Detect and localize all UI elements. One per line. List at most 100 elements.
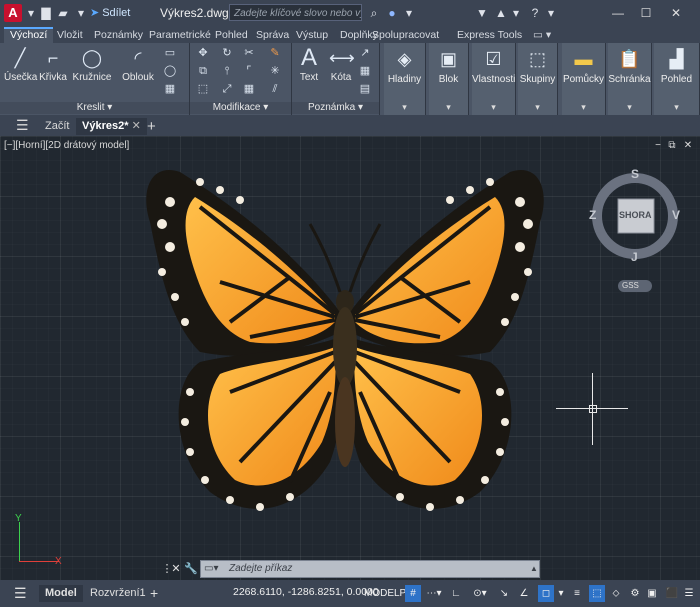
command-expand-icon[interactable]: ▲ bbox=[530, 564, 538, 573]
butterfly-drawing[interactable] bbox=[140, 162, 550, 532]
viewcube-top-face[interactable]: SHORA bbox=[619, 210, 652, 220]
cart-icon[interactable]: ▼ bbox=[474, 5, 490, 21]
ellipse-icon[interactable]: ◯ bbox=[163, 64, 177, 78]
new-file-icon[interactable]: ▇ bbox=[38, 5, 54, 21]
customize-status-bar-icon[interactable]: ☰ bbox=[681, 585, 697, 602]
object-snap-arrow-icon[interactable]: ▾ bbox=[556, 585, 566, 602]
command-input[interactable]: Zadejte příkaz bbox=[200, 560, 540, 578]
open-file-icon[interactable]: ▰ bbox=[55, 5, 71, 21]
array-icon[interactable]: ▦ bbox=[242, 82, 256, 96]
fillet-icon[interactable]: ⌜ bbox=[242, 64, 256, 78]
layers-button[interactable]: ◈ Hladiny ▾ bbox=[384, 43, 426, 115]
close-button[interactable]: ✕ bbox=[664, 3, 688, 23]
viewport-restore-icon[interactable]: ⧉ bbox=[666, 140, 678, 152]
table-icon[interactable]: ▦ bbox=[358, 64, 372, 78]
object-snap-tracking-icon[interactable]: ∠ bbox=[515, 585, 533, 602]
user-icon[interactable]: ● bbox=[384, 5, 400, 21]
snap-icon[interactable]: ⋯▾ bbox=[423, 585, 445, 602]
ribbon-minimize-icon[interactable]: ▭ ▾ bbox=[527, 27, 557, 43]
properties-button[interactable]: ☑ Vlastnosti ▾ bbox=[472, 43, 516, 115]
tab-annotate[interactable]: Poznámky bbox=[88, 27, 149, 43]
tab-insert[interactable]: Vložit bbox=[51, 27, 89, 43]
modify-panel-title[interactable]: Modifikace ▾ bbox=[190, 102, 291, 114]
tab-view[interactable]: Pohled bbox=[209, 27, 254, 43]
clean-screen-icon[interactable]: ▣ bbox=[644, 585, 660, 602]
search-icon[interactable]: ⌕ bbox=[366, 5, 382, 21]
block-button[interactable]: ▣ Blok ▾ bbox=[429, 43, 469, 115]
utilities-button[interactable]: ▬ Pomůcky ▾ bbox=[562, 43, 606, 115]
tab-collaborate[interactable]: Spolupracovat bbox=[366, 27, 445, 43]
trim-icon[interactable]: ✂ bbox=[242, 46, 256, 60]
annotation-scale-icon[interactable]: ⬦ bbox=[608, 585, 624, 602]
model-space-button[interactable]: MODELP bbox=[364, 585, 406, 602]
text-button[interactable]: A Text bbox=[294, 46, 324, 84]
workspace-icon[interactable]: ⚙ bbox=[627, 585, 643, 602]
table-grid-icon[interactable]: ▤ bbox=[358, 82, 372, 96]
viewcube-north[interactable]: S bbox=[631, 167, 639, 181]
selection-cycling-icon[interactable]: ⬚ bbox=[589, 585, 605, 602]
new-tab-icon[interactable]: + bbox=[141, 118, 162, 135]
ortho-icon[interactable]: ∟ bbox=[448, 585, 464, 602]
groups-button[interactable]: ⬚ Skupiny ▾ bbox=[518, 43, 558, 115]
lineweight-icon[interactable]: ≡ bbox=[569, 585, 585, 602]
explode-icon[interactable]: ✳ bbox=[268, 64, 282, 78]
tab-home[interactable]: Výchozí bbox=[4, 27, 54, 43]
grid-icon[interactable]: # bbox=[405, 585, 421, 602]
tab-manage[interactable]: Správa bbox=[250, 27, 295, 43]
wcs-menu[interactable]: GSS bbox=[618, 280, 652, 292]
copy-icon[interactable]: ⧉ bbox=[196, 64, 210, 78]
move-icon[interactable]: ✥ bbox=[196, 46, 210, 60]
polyline-button[interactable]: ⌐ Křivka bbox=[37, 46, 69, 83]
object-snap-icon[interactable]: ◻ bbox=[538, 585, 554, 602]
viewcube-east[interactable]: V bbox=[672, 208, 680, 222]
close-tab-icon[interactable]: ✕ bbox=[132, 120, 141, 132]
arc-button[interactable]: ◜ Oblouk bbox=[121, 46, 155, 83]
file-tab-menu-icon[interactable]: ☰ bbox=[10, 118, 35, 135]
stretch-icon[interactable]: ⬚ bbox=[196, 82, 210, 96]
annotation-panel-title[interactable]: Poznámka ▾ bbox=[292, 102, 379, 114]
layout-menu-icon[interactable]: ☰ bbox=[8, 585, 33, 602]
viewport-close-icon[interactable]: ✕ bbox=[682, 140, 694, 152]
viewcube-west[interactable]: Z bbox=[589, 208, 596, 222]
circle-button[interactable]: ◯ Kružnice bbox=[72, 46, 112, 83]
minimize-button[interactable]: — bbox=[606, 3, 630, 23]
viewport-label[interactable]: [−][Horní][2D drátový model] bbox=[4, 140, 129, 151]
new-layout-icon[interactable]: + bbox=[144, 585, 164, 602]
maximize-button[interactable]: ☐ bbox=[634, 3, 658, 23]
rotate-icon[interactable]: ↻ bbox=[220, 46, 234, 60]
help-icon[interactable]: ? bbox=[527, 5, 543, 21]
dimension-button[interactable]: ⟷ Kóta bbox=[326, 46, 356, 83]
share-button[interactable]: ➤ Sdílet bbox=[90, 6, 130, 19]
draw-panel-title[interactable]: Kreslit ▾ bbox=[0, 102, 189, 114]
tab-express-tools[interactable]: Express Tools bbox=[451, 27, 528, 43]
offset-icon[interactable]: ⫽ bbox=[268, 82, 282, 96]
polar-icon[interactable]: ⊙▾ bbox=[467, 585, 493, 602]
leader-icon[interactable]: ↗ bbox=[358, 46, 372, 60]
layout-tab[interactable]: Rozvržení1 bbox=[84, 585, 152, 602]
app-arrow-icon[interactable]: ▾ bbox=[508, 5, 524, 21]
app-menu-button[interactable]: A bbox=[4, 4, 22, 22]
command-recent-icon[interactable]: ▭▾ bbox=[204, 563, 218, 574]
command-line-customize-icon[interactable]: 🔧 bbox=[184, 562, 198, 576]
line-button[interactable]: ╱ Úsečka bbox=[4, 46, 37, 83]
user-arrow-icon[interactable]: ▾ bbox=[401, 5, 417, 21]
help-arrow-icon[interactable]: ▾ bbox=[543, 5, 559, 21]
tab-output[interactable]: Výstup bbox=[290, 27, 334, 43]
cursor-coordinates[interactable]: 2268.6110, -1286.8251, 0.0000 bbox=[233, 586, 379, 598]
autodesk-app-icon[interactable]: ▲ bbox=[493, 5, 509, 21]
hatch-icon[interactable]: ▦ bbox=[163, 82, 177, 96]
rectangle-icon[interactable]: ▭ bbox=[163, 46, 177, 60]
view-button[interactable]: ▟ Pohled ▾ bbox=[654, 43, 700, 115]
isodraft-icon[interactable]: ↘ bbox=[495, 585, 513, 602]
quick-access-arrow-icon[interactable]: ▾ bbox=[73, 5, 89, 21]
start-tab[interactable]: Začít bbox=[39, 118, 75, 135]
mirror-icon[interactable]: ⫯ bbox=[220, 64, 234, 78]
tab-parametric[interactable]: Parametrické bbox=[143, 27, 217, 43]
clipboard-button[interactable]: 📋 Schránka ▾ bbox=[608, 43, 652, 115]
command-line-close-icon[interactable]: ✕ bbox=[170, 562, 182, 576]
viewcube-south[interactable]: J bbox=[631, 250, 638, 264]
fullscreen-icon[interactable]: ⬛ bbox=[664, 585, 680, 602]
search-input[interactable]: Zadejte klíčové slovo nebo výraz. bbox=[229, 4, 362, 21]
erase-icon[interactable]: ✎ bbox=[268, 46, 282, 60]
model-tab[interactable]: Model bbox=[39, 585, 83, 602]
